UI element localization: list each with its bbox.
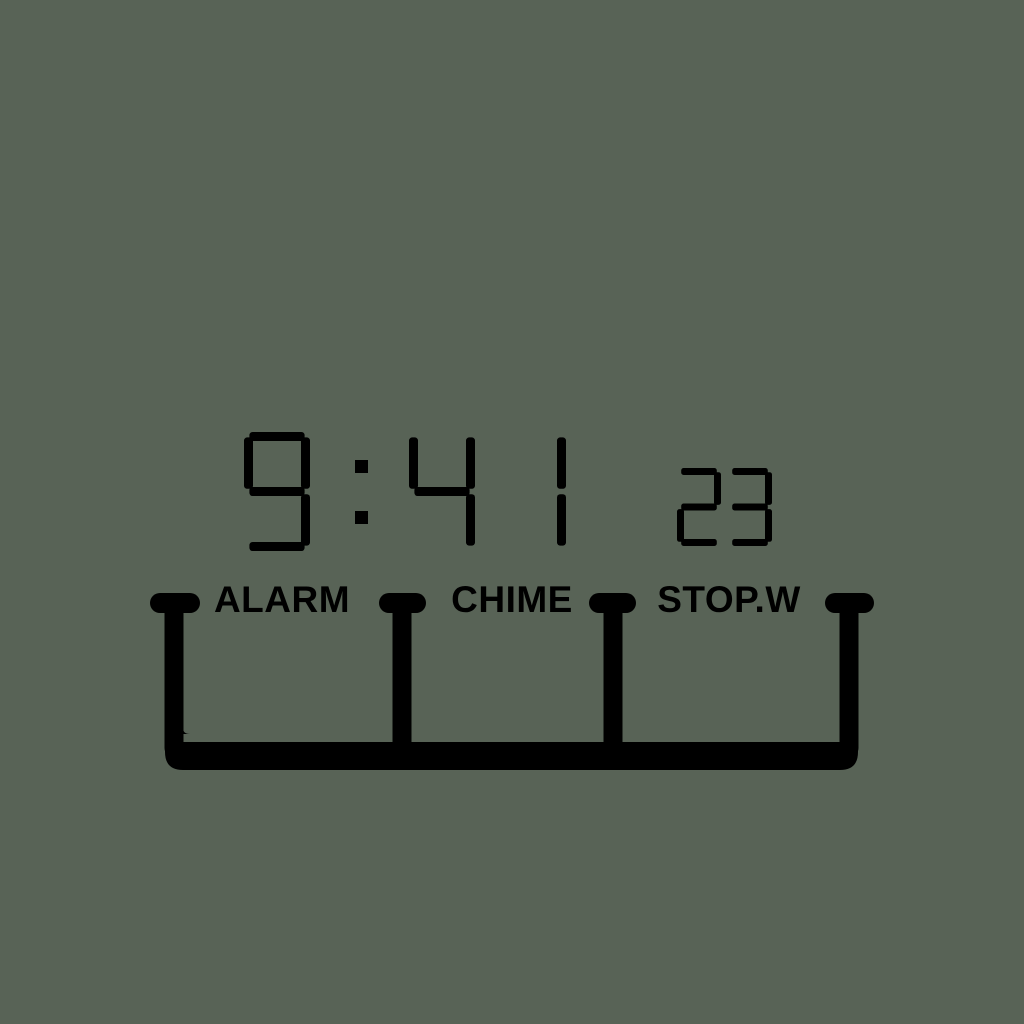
segment-e [677, 509, 684, 542]
segment-c [765, 509, 772, 542]
time-colon [355, 460, 368, 524]
segment-f [244, 437, 253, 489]
segment-b [466, 437, 475, 489]
segment-b [765, 472, 772, 505]
segment-f [409, 437, 418, 489]
minute-ones-digit [557, 437, 566, 546]
second-ones-digit [732, 468, 772, 546]
segment-b [714, 472, 721, 505]
second-tens-digit [677, 468, 721, 546]
segment-b [557, 437, 566, 489]
segment-d [249, 542, 305, 551]
segment-g [414, 487, 470, 496]
segment-d [681, 539, 717, 546]
segment-g [732, 503, 768, 511]
time-display [244, 432, 772, 551]
hour-digit [244, 432, 310, 551]
segment-c [466, 494, 475, 546]
segment-b [301, 437, 310, 489]
segment-c [557, 494, 566, 546]
bracket-base [165, 742, 858, 770]
segment-a [681, 468, 717, 475]
lcd-display: ALARM CHIME STOP.W [150, 432, 874, 770]
segment-g [681, 503, 717, 511]
segment-c [301, 494, 310, 546]
segment-a [732, 468, 768, 475]
mode-label-alarm[interactable]: ALARM [214, 579, 350, 620]
segment-g [249, 487, 305, 496]
mode-selector-bracket [150, 593, 874, 770]
lcd-screen: ALARM CHIME STOP.W 9:41 23 [0, 0, 1024, 1024]
segment-d [732, 539, 768, 546]
minute-tens-digit [409, 437, 475, 546]
mode-label-chime[interactable]: CHIME [451, 579, 573, 620]
mode-label-stopwatch[interactable]: STOP.W [657, 579, 801, 620]
segment-a [249, 432, 305, 441]
